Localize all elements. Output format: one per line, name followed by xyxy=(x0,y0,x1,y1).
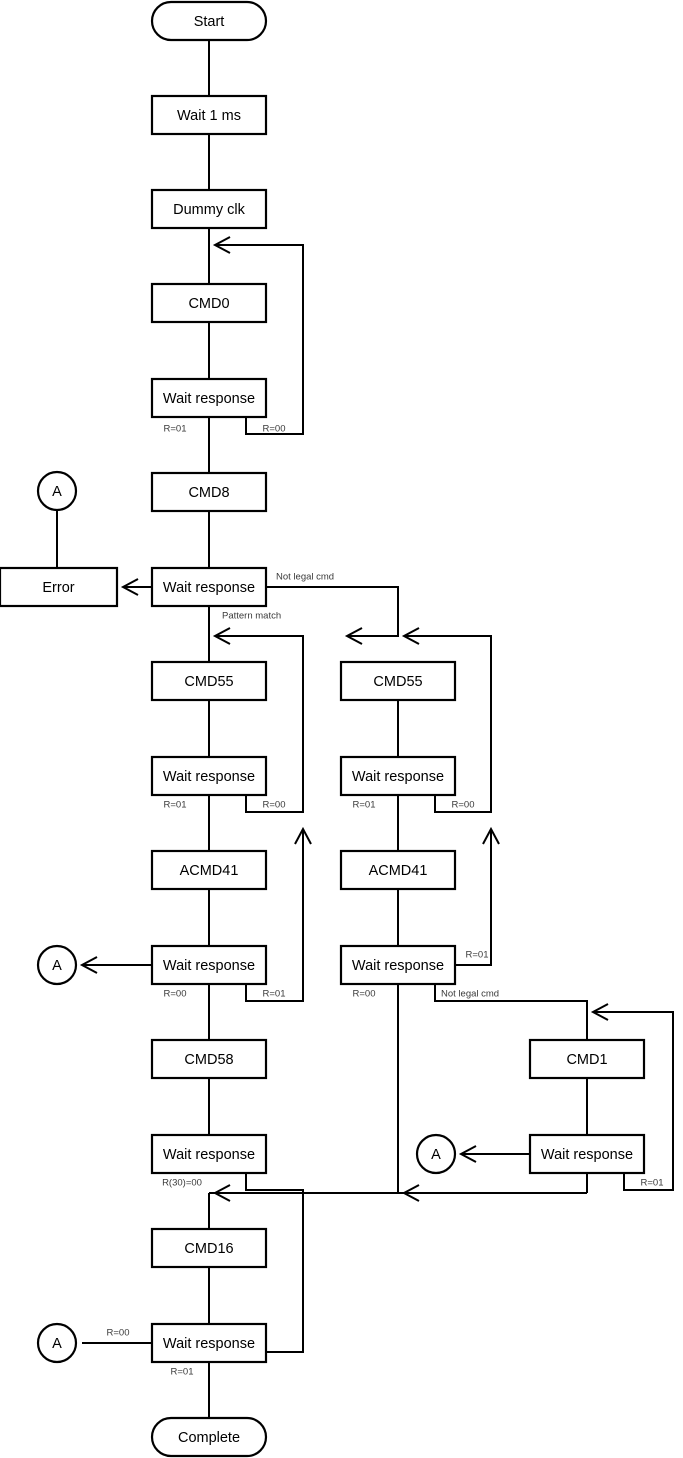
flow-node-acmd41_r[interactable]: ACMD41 xyxy=(339,849,457,891)
edge-label: R(30)=00 xyxy=(162,1178,202,1189)
connector-conn_a_cmd1[interactable]: A xyxy=(415,1133,457,1175)
node-label: Wait response xyxy=(163,1336,255,1352)
flow-node-wait_cmd1[interactable]: Wait response xyxy=(528,1133,646,1175)
flow-node-start[interactable]: Start xyxy=(150,0,268,42)
node-label: Error xyxy=(42,580,74,596)
connector-conn_a_error[interactable]: A xyxy=(36,470,78,512)
flow-node-wait_cmd0[interactable]: Wait response xyxy=(150,377,268,419)
node-label: Wait response xyxy=(163,958,255,974)
node-label: Start xyxy=(194,14,225,30)
flow-node-wait_cmd58[interactable]: Wait response xyxy=(150,1133,268,1175)
node-label: Wait response xyxy=(163,391,255,407)
flow-node-cmd58[interactable]: CMD58 xyxy=(150,1038,268,1080)
edge-layer xyxy=(56,40,674,1418)
node-label: CMD0 xyxy=(188,296,229,312)
node-label: Wait response xyxy=(541,1147,633,1163)
flowchart-canvas: Start Wait 1 ms Dummy clk CMD0 Wait response… xyxy=(0,0,674,1458)
edge-label: R=01 xyxy=(353,800,376,811)
flow-node-error[interactable]: Error xyxy=(0,566,119,608)
flow-edge xyxy=(266,586,399,637)
flow-node-cmd0[interactable]: CMD0 xyxy=(150,282,268,324)
flow-node-wait_cmd16[interactable]: Wait response xyxy=(150,1322,268,1364)
edge-label: R=00 xyxy=(263,424,286,435)
connector-label: A xyxy=(431,1147,441,1163)
node-layer: Start Wait 1 ms Dummy clk CMD0 Wait response… xyxy=(0,0,646,1458)
node-label: Wait response xyxy=(163,580,255,596)
connector-label: A xyxy=(52,1336,62,1352)
flow-node-cmd55_l[interactable]: CMD55 xyxy=(150,660,268,702)
edge-label: R=01 xyxy=(164,800,187,811)
node-label: Wait response xyxy=(163,769,255,785)
edge-label: R=01 xyxy=(263,989,286,1000)
flow-node-wait_acmd41_l[interactable]: Wait response xyxy=(150,944,268,986)
edge-label: Not legal cmd xyxy=(441,989,499,1000)
edge-label: R=01 xyxy=(171,1367,194,1378)
node-label: CMD16 xyxy=(184,1241,233,1257)
connector-label: A xyxy=(52,484,62,500)
edge-label: R=00 xyxy=(353,989,376,1000)
node-label: Wait response xyxy=(163,1147,255,1163)
node-label: Wait response xyxy=(352,958,444,974)
connector-conn_a_left[interactable]: A xyxy=(36,944,78,986)
flow-node-cmd8[interactable]: CMD8 xyxy=(150,471,268,513)
node-label: Dummy clk xyxy=(173,202,245,218)
connector-conn_a_cmd16[interactable]: A xyxy=(36,1322,78,1364)
edge-label: R=00 xyxy=(107,1328,130,1339)
connector-label: A xyxy=(52,958,62,974)
node-label: CMD58 xyxy=(184,1052,233,1068)
flow-node-wait_cmd8[interactable]: Wait response xyxy=(150,566,268,608)
flow-node-wait1ms[interactable]: Wait 1 ms xyxy=(150,94,268,136)
edge-label: R=01 xyxy=(164,424,187,435)
flow-node-cmd1[interactable]: CMD1 xyxy=(528,1038,646,1080)
flow-node-complete[interactable]: Complete xyxy=(150,1416,268,1458)
node-label: CMD55 xyxy=(184,674,233,690)
flowchart-diagram: Start Wait 1 ms Dummy clk CMD0 Wait response… xyxy=(0,0,683,1458)
node-label: CMD8 xyxy=(188,485,229,501)
flow-node-wait_cmd55_r[interactable]: Wait response xyxy=(339,755,457,797)
edge-label: R=01 xyxy=(641,1178,664,1189)
edge-label: R=00 xyxy=(452,800,475,811)
node-label: Complete xyxy=(178,1430,240,1446)
flow-node-cmd55_r[interactable]: CMD55 xyxy=(339,660,457,702)
node-label: Wait response xyxy=(352,769,444,785)
edge-label: R=00 xyxy=(263,800,286,811)
flow-node-wait_acmd41_r[interactable]: Wait response xyxy=(339,944,457,986)
node-label: ACMD41 xyxy=(180,863,239,879)
edge-label: Not legal cmd xyxy=(276,572,334,583)
edge-label: R=00 xyxy=(164,989,187,1000)
node-label: CMD1 xyxy=(566,1052,607,1068)
flow-edge xyxy=(455,829,492,966)
flow-node-cmd16[interactable]: CMD16 xyxy=(150,1227,268,1269)
flow-node-acmd41_l[interactable]: ACMD41 xyxy=(150,849,268,891)
edge-label: R=01 xyxy=(466,950,489,961)
node-label: ACMD41 xyxy=(369,863,428,879)
node-label: CMD55 xyxy=(373,674,422,690)
flow-node-wait_cmd55_l[interactable]: Wait response xyxy=(150,755,268,797)
node-label: Wait 1 ms xyxy=(177,108,241,124)
edge-label: Pattern match xyxy=(222,611,281,622)
flow-node-dummyclk[interactable]: Dummy clk xyxy=(150,188,268,230)
